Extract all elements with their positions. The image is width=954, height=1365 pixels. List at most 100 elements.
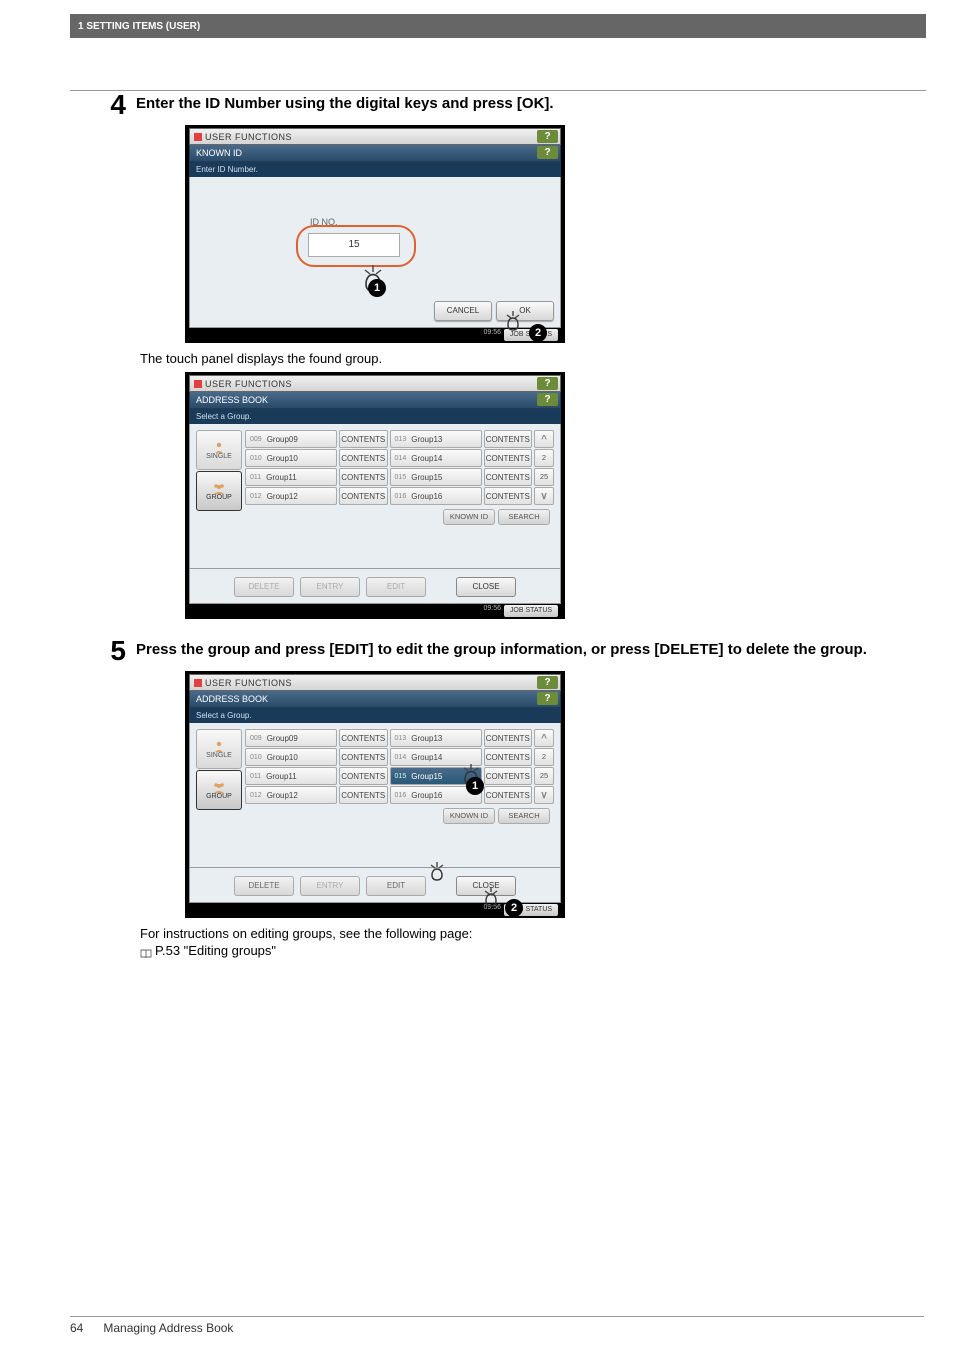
- step-number: 5: [100, 637, 126, 665]
- help-icon[interactable]: ?: [537, 130, 558, 143]
- scroll-up-icon[interactable]: ^: [534, 430, 554, 448]
- touch-icon: [481, 885, 501, 909]
- tab-group[interactable]: GROUP: [196, 471, 242, 511]
- search-button[interactable]: SEARCH: [498, 808, 550, 824]
- step-instruction: Enter the ID Number using the digital ke…: [136, 93, 926, 112]
- panel-note: Select a Group.: [189, 708, 561, 723]
- tab-group-label: GROUP: [206, 494, 232, 501]
- panel-footer: 09:56 JOB STATUS 2: [189, 328, 561, 342]
- app-icon: [194, 380, 202, 388]
- step5-followup-1: For instructions on editing groups, see …: [140, 926, 926, 941]
- search-button[interactable]: SEARCH: [498, 509, 550, 525]
- delete-button[interactable]: DELETE: [234, 876, 294, 896]
- panel-title: USER FUNCTIONS: [205, 132, 292, 142]
- step-instruction: Press the group and press [EDIT] to edit…: [136, 639, 926, 658]
- step-4: 4 Enter the ID Number using the digital …: [70, 93, 926, 119]
- panel-body: ID NO. 15 1 CANCEL OK: [189, 177, 561, 328]
- group-item[interactable]: 013Group13: [390, 430, 482, 448]
- scroll-down-icon[interactable]: ∨: [534, 786, 554, 804]
- panel-subhead: KNOWN ID ?: [189, 145, 561, 162]
- addrbook-body: SINGLE GROUP 009Group09 CONTENTS 013Grou…: [189, 424, 561, 569]
- entry-button[interactable]: ENTRY: [300, 577, 360, 597]
- tab-group[interactable]: GROUP: [196, 770, 242, 810]
- header-text: 1 SETTING ITEMS (USER): [78, 21, 200, 32]
- group-item[interactable]: 014Group14: [390, 449, 482, 467]
- edit-button[interactable]: EDIT: [366, 876, 426, 896]
- help-icon[interactable]: ?: [537, 393, 558, 406]
- tab-single-label: SINGLE: [206, 752, 232, 759]
- xref-link[interactable]: P.53 "Editing groups": [155, 943, 276, 958]
- contents-button[interactable]: CONTENTS: [339, 449, 388, 467]
- rule: [70, 90, 926, 91]
- contents-button[interactable]: CONTENTS: [484, 748, 533, 766]
- panel-titlebar: USER FUNCTIONS ?: [189, 375, 561, 392]
- entry-button[interactable]: ENTRY: [300, 876, 360, 896]
- screenshot-addrbook-selected: USER FUNCTIONS ? ADDRESS BOOK ? Select a…: [185, 671, 565, 918]
- help-icon[interactable]: ?: [537, 692, 558, 705]
- contents-button[interactable]: CONTENTS: [484, 468, 533, 486]
- contents-button[interactable]: CONTENTS: [484, 449, 533, 467]
- callout-1: 1: [466, 777, 484, 795]
- contents-button[interactable]: CONTENTS: [484, 786, 533, 804]
- contents-button[interactable]: CONTENTS: [339, 468, 388, 486]
- page-current: 2: [534, 449, 554, 467]
- group-item[interactable]: 013Group13: [390, 729, 482, 747]
- group-item[interactable]: 015Group15: [390, 468, 482, 486]
- contents-button[interactable]: CONTENTS: [339, 748, 388, 766]
- contents-button[interactable]: CONTENTS: [339, 430, 388, 448]
- contents-button[interactable]: CONTENTS: [484, 487, 533, 505]
- page-total: 25: [534, 468, 554, 486]
- group-item[interactable]: 012Group12: [245, 786, 337, 804]
- scroll-up-icon[interactable]: ^: [534, 729, 554, 747]
- step5-followup-2: P.53 "Editing groups": [140, 943, 926, 958]
- contents-button[interactable]: CONTENTS: [339, 729, 388, 747]
- panel-subhead: ADDRESS BOOK ?: [189, 392, 561, 409]
- screenshot-addrbook-found: USER FUNCTIONS ? ADDRESS BOOK ? Select a…: [185, 372, 565, 619]
- callout-2: 2: [505, 899, 523, 917]
- group-item[interactable]: 011Group11: [245, 468, 337, 486]
- subhead-label: ADDRESS BOOK: [196, 395, 268, 405]
- page-number: 64: [70, 1321, 100, 1335]
- group-item[interactable]: 009Group09: [245, 430, 337, 448]
- contents-button[interactable]: CONTENTS: [484, 729, 533, 747]
- callout-1: 1: [368, 279, 386, 297]
- idno-field[interactable]: 15: [308, 233, 400, 257]
- panel-footer: 09:56 JOB STATUS: [189, 604, 561, 618]
- contents-button[interactable]: CONTENTS: [339, 767, 388, 785]
- group-item[interactable]: 011Group11: [245, 767, 337, 785]
- subhead-label: KNOWN ID: [196, 148, 242, 158]
- group-item[interactable]: 016Group16: [390, 487, 482, 505]
- tab-single-label: SINGLE: [206, 453, 232, 460]
- scroll-down-icon[interactable]: ∨: [534, 487, 554, 505]
- close-button[interactable]: CLOSE: [456, 577, 516, 597]
- step-number: 4: [100, 91, 126, 119]
- help-icon[interactable]: ?: [537, 377, 558, 390]
- page-footer: 64 Managing Address Book: [70, 1316, 924, 1335]
- contents-button[interactable]: CONTENTS: [484, 430, 533, 448]
- tab-single[interactable]: SINGLE: [196, 729, 242, 769]
- group-item[interactable]: 010Group10: [245, 449, 337, 467]
- contents-button[interactable]: CONTENTS: [339, 487, 388, 505]
- contents-button[interactable]: CONTENTS: [339, 786, 388, 804]
- running-header: 1 SETTING ITEMS (USER): [70, 14, 926, 38]
- touch-icon: [427, 860, 447, 886]
- tab-single[interactable]: SINGLE: [196, 430, 242, 470]
- contents-button[interactable]: CONTENTS: [484, 767, 533, 785]
- group-item[interactable]: 012Group12: [245, 487, 337, 505]
- group-item[interactable]: 009Group09: [245, 729, 337, 747]
- help-icon[interactable]: ?: [537, 676, 558, 689]
- edit-button[interactable]: EDIT: [366, 577, 426, 597]
- help-icon[interactable]: ?: [537, 146, 558, 159]
- page-current: 2: [534, 748, 554, 766]
- idno-label: ID NO.: [310, 217, 338, 227]
- step4-followup: The touch panel displays the found group…: [140, 351, 926, 366]
- callout-2: 2: [529, 324, 547, 342]
- known-id-button[interactable]: KNOWN ID: [443, 808, 495, 824]
- known-id-button[interactable]: KNOWN ID: [443, 509, 495, 525]
- clock: 09:56: [483, 329, 501, 336]
- job-status-button[interactable]: JOB STATUS: [504, 605, 558, 617]
- cancel-button[interactable]: CANCEL: [434, 301, 492, 321]
- delete-button[interactable]: DELETE: [234, 577, 294, 597]
- step-5: 5 Press the group and press [EDIT] to ed…: [70, 639, 926, 665]
- group-item[interactable]: 010Group10: [245, 748, 337, 766]
